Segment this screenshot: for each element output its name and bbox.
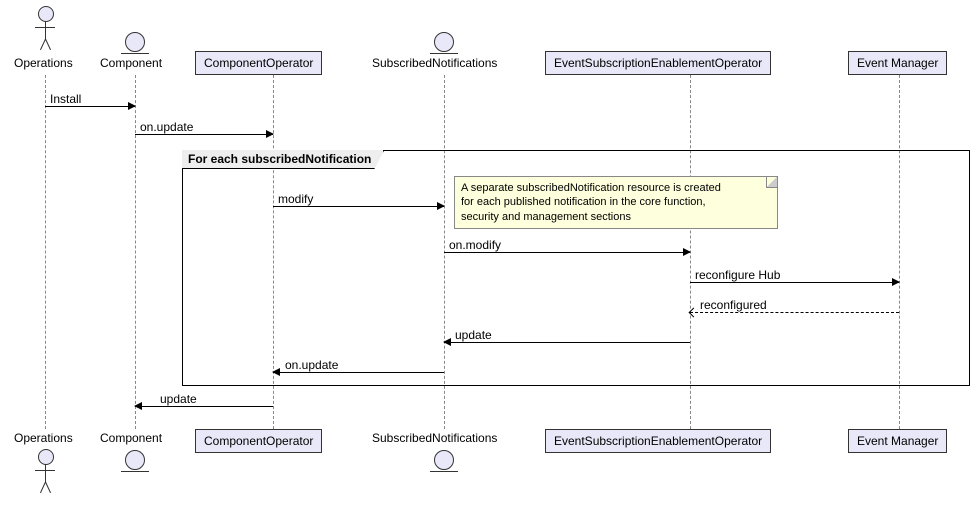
arrow: [690, 282, 899, 283]
subscribed-notifications-label-top: SubscribedNotifications: [372, 56, 497, 70]
event-manager-bottom: Event Manager: [848, 429, 947, 453]
entity-icon: [121, 471, 149, 472]
actor-icon: [38, 449, 54, 465]
ese-operator-top: EventSubscriptionEnablementOperator: [545, 51, 771, 75]
entity-icon: [430, 53, 458, 54]
msg-reconfigured: reconfigured: [700, 298, 767, 312]
msg-on-update-2: on.update: [285, 358, 338, 372]
entity-icon: [121, 53, 149, 54]
arrow-return: [690, 312, 899, 313]
arrow: [444, 252, 690, 253]
event-manager-top: Event Manager: [848, 51, 947, 75]
actor-icon: [38, 6, 54, 22]
note-line: security and management sections: [461, 210, 771, 224]
component-label-top: Component: [100, 56, 162, 70]
actor-icon: [45, 464, 46, 482]
msg-on-modify: on.modify: [449, 238, 501, 252]
component-label-bottom: Component: [100, 431, 162, 445]
actor-icon: [45, 39, 51, 50]
operations-label-bottom: Operations: [14, 431, 73, 445]
msg-update-comp: update: [160, 392, 197, 406]
note-line: for each published notification in the c…: [461, 195, 771, 209]
note-line: A separate subscribedNotification resour…: [461, 181, 771, 195]
ese-operator-bottom: EventSubscriptionEnablementOperator: [545, 429, 771, 453]
actor-icon: [35, 27, 55, 28]
arrow: [444, 342, 690, 343]
arrow: [135, 134, 273, 135]
actor-icon: [45, 21, 46, 39]
loop-title: For each subscribedNotification: [182, 150, 384, 169]
entity-icon: [434, 450, 454, 470]
note: A separate subscribedNotification resour…: [454, 176, 778, 229]
msg-reconfigure-hub: reconfigure Hub: [695, 268, 780, 282]
subscribed-notifications-label-bottom: SubscribedNotifications: [372, 431, 497, 445]
entity-icon: [430, 471, 458, 472]
arrow: [273, 372, 444, 373]
msg-on-update-1: on.update: [140, 120, 193, 134]
actor-icon: [45, 482, 51, 493]
actor-icon: [35, 470, 55, 471]
lifeline: [135, 75, 136, 429]
entity-icon: [434, 32, 454, 52]
component-operator-bottom: ComponentOperator: [195, 429, 322, 453]
msg-install: Install: [50, 92, 81, 106]
msg-modify: modify: [278, 192, 313, 206]
arrow: [273, 206, 444, 207]
arrow: [135, 406, 273, 407]
entity-icon: [125, 32, 145, 52]
operations-label-top: Operations: [14, 56, 73, 70]
msg-update-sn: update: [455, 328, 492, 342]
component-operator-top: ComponentOperator: [195, 51, 322, 75]
arrow: [45, 106, 135, 107]
entity-icon: [125, 450, 145, 470]
lifeline: [45, 75, 46, 429]
